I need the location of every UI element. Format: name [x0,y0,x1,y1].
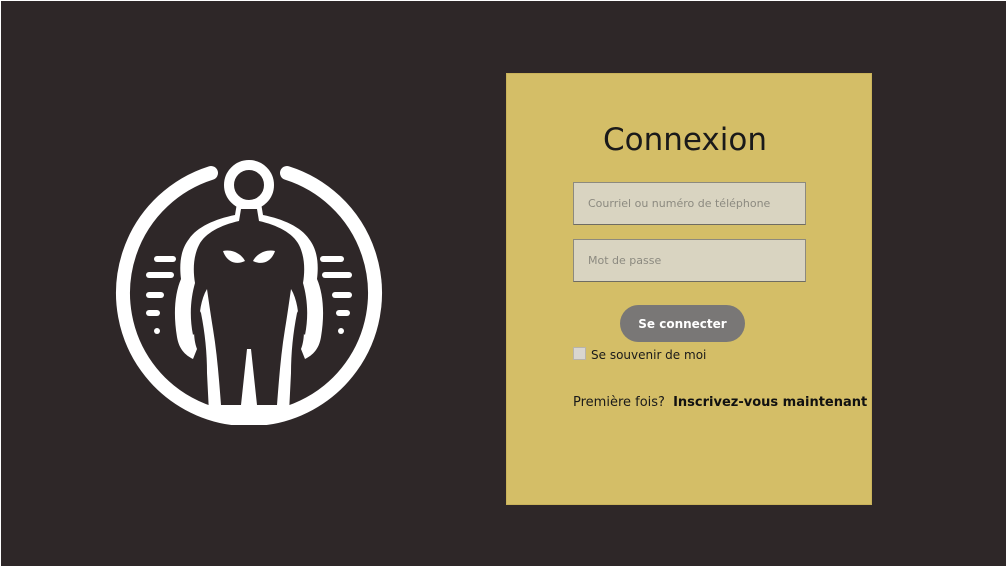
signup-row: Première fois? Inscrivez-vous maintenant [573,395,867,410]
login-button[interactable]: Se connecter [620,305,745,342]
login-screen: Connexion Se connecter Se souvenir de mo… [1,1,1006,566]
password-input[interactable] [573,239,806,282]
remember-me-row: Se souvenir de moi [573,346,707,362]
email-or-phone-input[interactable] [573,182,806,225]
login-panel: Connexion Se connecter Se souvenir de mo… [506,73,872,505]
remember-me-label: Se souvenir de moi [591,348,707,362]
bodybuilder-logo-icon [116,160,382,425]
signup-link[interactable]: Inscrivez-vous maintenant [673,395,867,410]
signup-prompt: Première fois? [573,395,665,410]
login-title: Connexion [602,122,767,158]
remember-me-checkbox[interactable] [573,346,586,360]
